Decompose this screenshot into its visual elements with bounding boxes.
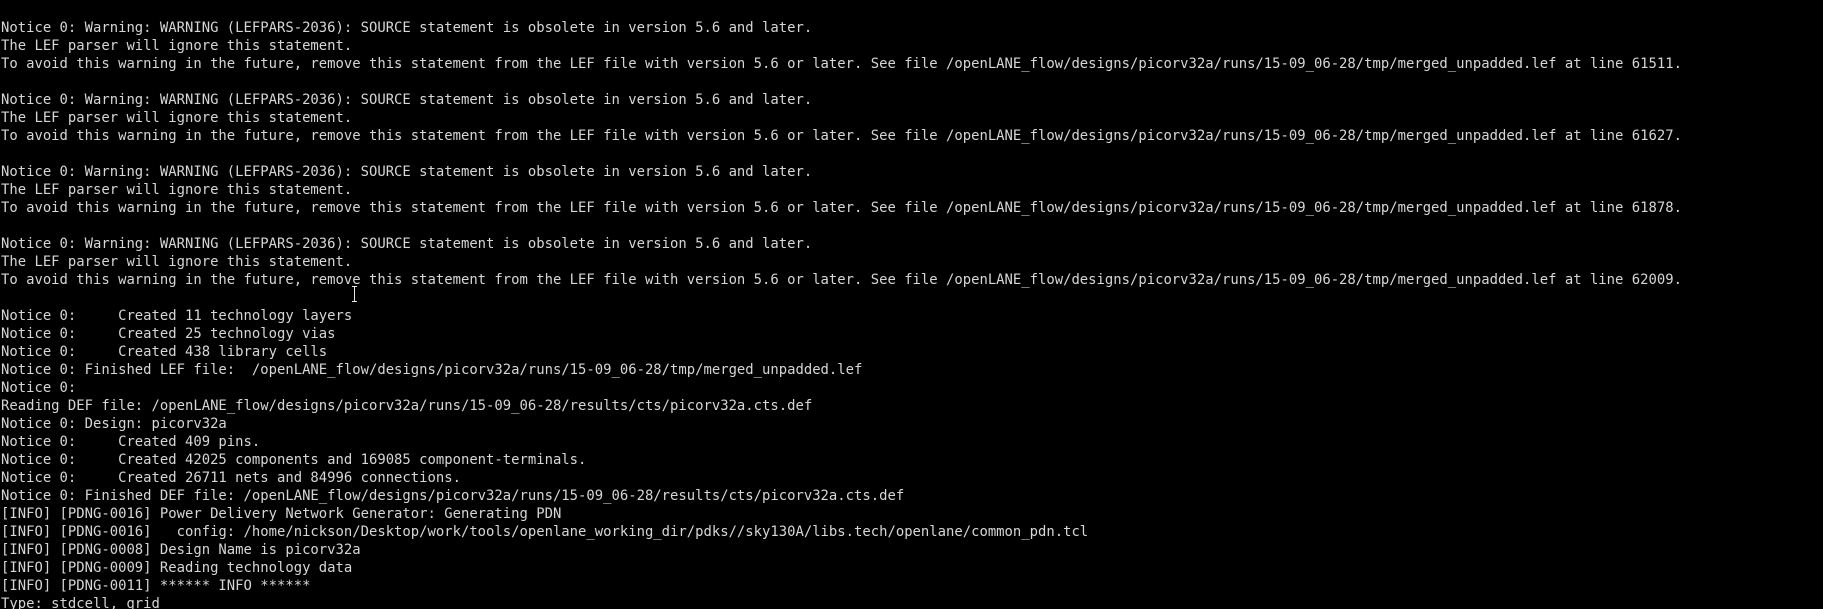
terminal-line: Notice 0: Warning: WARNING (LEFPARS-2036… [1,20,813,36]
terminal-line: [INFO] [PDNG-0016] config: /home/nickson… [1,524,1089,540]
terminal-line: Reading DEF file: /openLANE_flow/designs… [1,398,813,414]
terminal-line: To avoid this warning in the future, rem… [1,128,1682,144]
terminal-output[interactable]: Notice 0: Warning: WARNING (LEFPARS-2036… [1,19,1823,609]
terminal-line: Notice 0: Warning: WARNING (LEFPARS-2036… [1,92,813,108]
terminal-line: Notice 0: Warning: WARNING (LEFPARS-2036… [1,164,813,180]
terminal-line: [INFO] [PDNG-0008] Design Name is picorv… [1,542,361,558]
terminal-line: To avoid this warning in the future, rem… [1,200,1682,216]
terminal-line: Notice 0: Design: picorv32a [1,416,227,432]
terminal-line: Notice 0: Finished LEF file: /openLANE_f… [1,362,863,378]
terminal-line: Notice 0: Warning: WARNING (LEFPARS-2036… [1,236,813,252]
terminal-line: Type: stdcell, grid [1,596,160,609]
terminal-line: To avoid this warning in the future, rem… [1,56,1682,72]
terminal-line: Notice 0: Created 25 technology vias [1,326,336,342]
terminal-line: [INFO] [PDNG-0011] ****** INFO ****** [1,578,311,594]
terminal-line: The LEF parser will ignore this statemen… [1,182,353,198]
terminal-line: The LEF parser will ignore this statemen… [1,38,353,54]
terminal-line: Notice 0: Finished DEF file: /openLANE_f… [1,488,905,504]
terminal-line: [INFO] [PDNG-0009] Reading technology da… [1,560,353,576]
terminal-line: Notice 0: Created 42025 components and 1… [1,452,587,468]
text-ibeam-icon [351,286,358,302]
terminal-line: [INFO] [PDNG-0016] Power Delivery Networ… [1,506,562,522]
terminal-line: Notice 0: Created 438 library cells [1,344,328,360]
terminal-line: Notice 0: Created 11 technology layers [1,308,353,324]
terminal-line: Notice 0: [1,380,85,396]
terminal-line: The LEF parser will ignore this statemen… [1,110,353,126]
terminal-line: To avoid this warning in the future, rem… [1,272,1682,288]
terminal-line: Notice 0: Created 409 pins. [1,434,261,450]
terminal-line: Notice 0: Created 26711 nets and 84996 c… [1,470,461,486]
terminal-line: The LEF parser will ignore this statemen… [1,254,353,270]
